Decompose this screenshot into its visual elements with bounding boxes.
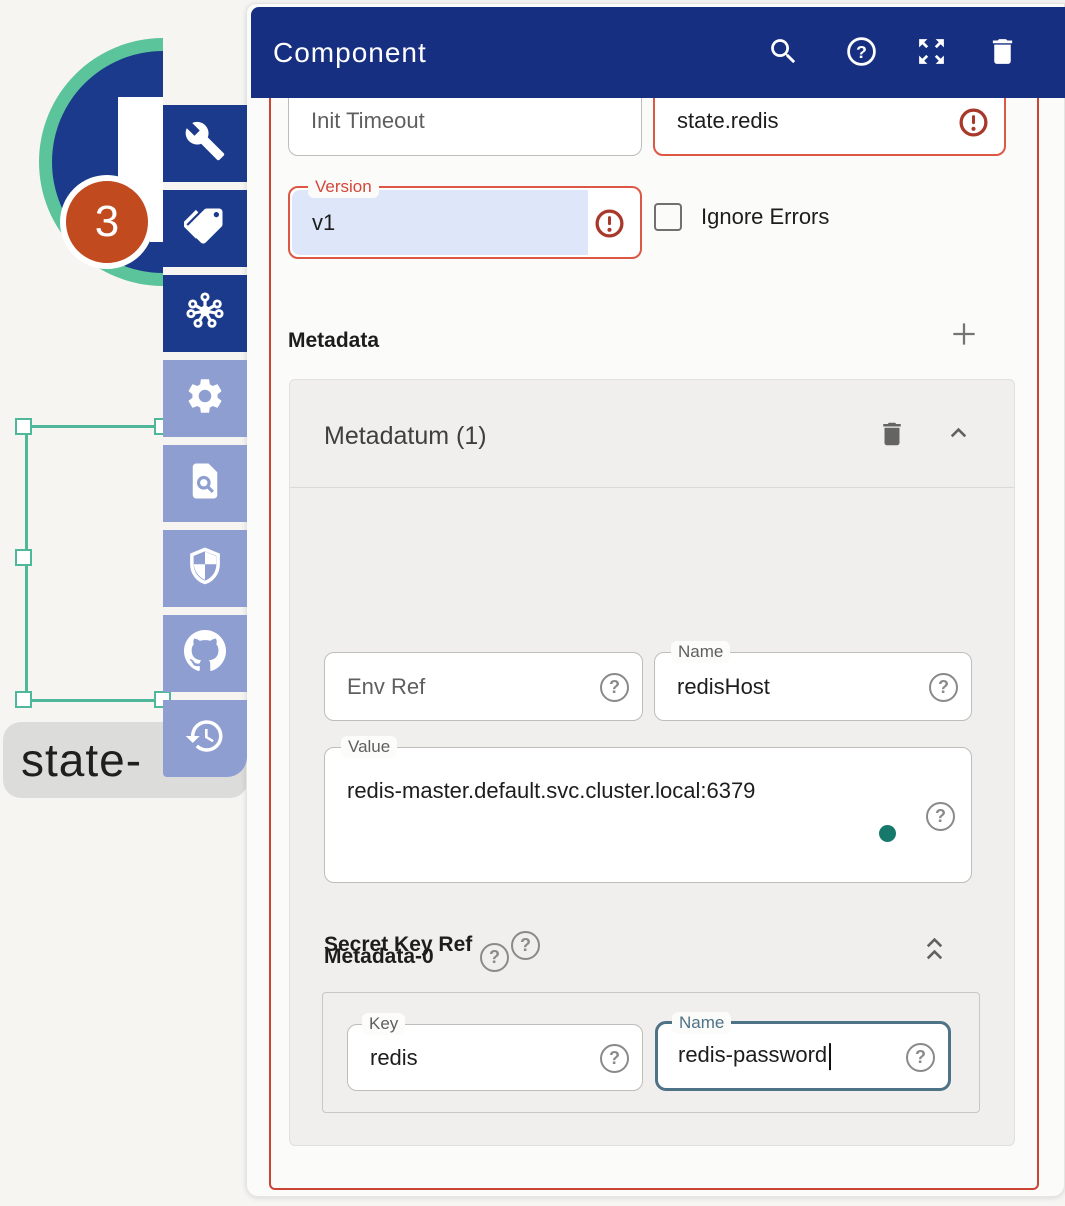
toolbar-tags-button[interactable] xyxy=(163,190,247,267)
divider xyxy=(290,487,1014,488)
metadata-heading: Metadata xyxy=(288,329,379,353)
svg-text:?: ? xyxy=(856,42,867,62)
value-label: Value xyxy=(341,736,397,758)
toolbar-inspect-button[interactable] xyxy=(163,445,247,522)
doc-search-icon xyxy=(184,460,226,507)
env-ref-placeholder: Env Ref xyxy=(347,674,425,700)
secret-name-field[interactable]: Name redis-password xyxy=(655,1021,951,1091)
wrench-icon xyxy=(184,120,226,167)
fullscreen-button[interactable] xyxy=(908,31,954,77)
key-label: Key xyxy=(362,1013,405,1035)
help-icon[interactable] xyxy=(929,673,958,702)
gear-icon xyxy=(184,375,226,422)
secret-key-value: redis xyxy=(370,1045,418,1071)
help-icon[interactable] xyxy=(906,1043,935,1072)
ignore-errors-checkbox[interactable] xyxy=(654,203,682,231)
toolbar-settings-button[interactable] xyxy=(163,360,247,437)
metadatum-title: Metadatum (1) xyxy=(324,422,487,451)
init-timeout-placeholder: Init Timeout xyxy=(311,108,425,134)
help-icon[interactable] xyxy=(480,943,509,972)
version-field[interactable]: Version v1 xyxy=(288,186,642,259)
name-label: Name xyxy=(671,641,730,663)
autofill-highlight xyxy=(292,190,588,255)
trash-icon xyxy=(986,35,1019,73)
toolbar-github-button[interactable] xyxy=(163,615,247,692)
error-icon xyxy=(593,207,626,240)
help-icon[interactable] xyxy=(511,931,540,960)
env-ref-field[interactable]: Env Ref xyxy=(324,652,643,721)
ignore-errors-label: Ignore Errors xyxy=(701,203,829,231)
help-button[interactable]: ? xyxy=(838,31,884,77)
toolbar-security-button[interactable] xyxy=(163,530,247,607)
metadata-name-field[interactable]: Name redisHost xyxy=(654,652,972,721)
fullscreen-icon xyxy=(915,35,948,73)
panel-header: Component ? xyxy=(251,7,1065,98)
chevron-up-icon xyxy=(921,930,948,962)
version-label: Version xyxy=(308,176,379,198)
text-cursor xyxy=(829,1043,831,1070)
help-icon[interactable] xyxy=(600,673,629,702)
collapse-secret-button[interactable] xyxy=(912,924,956,968)
version-value: v1 xyxy=(312,210,335,236)
resize-handle-top-left[interactable] xyxy=(15,418,32,435)
toolbar-build-button[interactable] xyxy=(163,105,247,182)
component-properties-panel: Component ? Init Timeout state.redis Ver… xyxy=(246,3,1065,1197)
github-icon xyxy=(184,630,226,677)
panel-title: Component xyxy=(273,37,427,69)
name-label: Name xyxy=(672,1012,731,1034)
toolbar-history-button[interactable] xyxy=(163,700,247,777)
selection-edge-bottom xyxy=(25,699,165,702)
metadata-value-field[interactable]: Value redis-master.default.svc.cluster.l… xyxy=(324,747,972,883)
secret-key-field[interactable]: Key redis xyxy=(347,1024,643,1091)
shield-icon xyxy=(184,545,226,592)
collapse-metadatum-button[interactable] xyxy=(936,414,980,458)
tags-icon xyxy=(184,205,226,252)
delete-component-button[interactable] xyxy=(979,31,1025,77)
metadatum-card: Metadatum (1) Metadata-0 Env Ref Name re… xyxy=(289,379,1015,1146)
history-icon xyxy=(184,715,226,762)
selection-edge-top xyxy=(25,425,165,428)
delete-metadatum-button[interactable] xyxy=(870,414,914,458)
toolbar-cluster-button[interactable] xyxy=(163,275,247,352)
component-node[interactable]: 3 xyxy=(0,0,163,410)
metadata-value-text: redis-master.default.svc.cluster.local:6… xyxy=(347,778,755,804)
help-icon: ? xyxy=(845,35,878,73)
resize-handle-bottom-left[interactable] xyxy=(15,691,32,708)
secret-key-ref-heading: Secret Key Ref xyxy=(324,933,472,957)
secret-key-ref-group: Key redis Name redis-password xyxy=(322,992,980,1113)
resize-handle-mid-left[interactable] xyxy=(15,549,32,566)
trash-icon xyxy=(877,419,907,454)
cluster-icon xyxy=(184,290,226,337)
error-count-badge: 3 xyxy=(60,175,154,269)
secret-name-value: redis-password xyxy=(678,1042,831,1070)
error-count: 3 xyxy=(95,197,119,247)
node-name-text: state- xyxy=(3,733,142,787)
error-icon xyxy=(957,106,990,139)
metadata-name-value: redisHost xyxy=(677,674,770,700)
resize-dot[interactable] xyxy=(879,825,896,842)
search-icon xyxy=(767,35,800,73)
search-button[interactable] xyxy=(760,31,806,77)
chevron-up-icon xyxy=(945,420,972,452)
component-type-value: state.redis xyxy=(677,108,779,134)
help-icon[interactable] xyxy=(600,1044,629,1073)
help-icon[interactable] xyxy=(926,802,955,831)
